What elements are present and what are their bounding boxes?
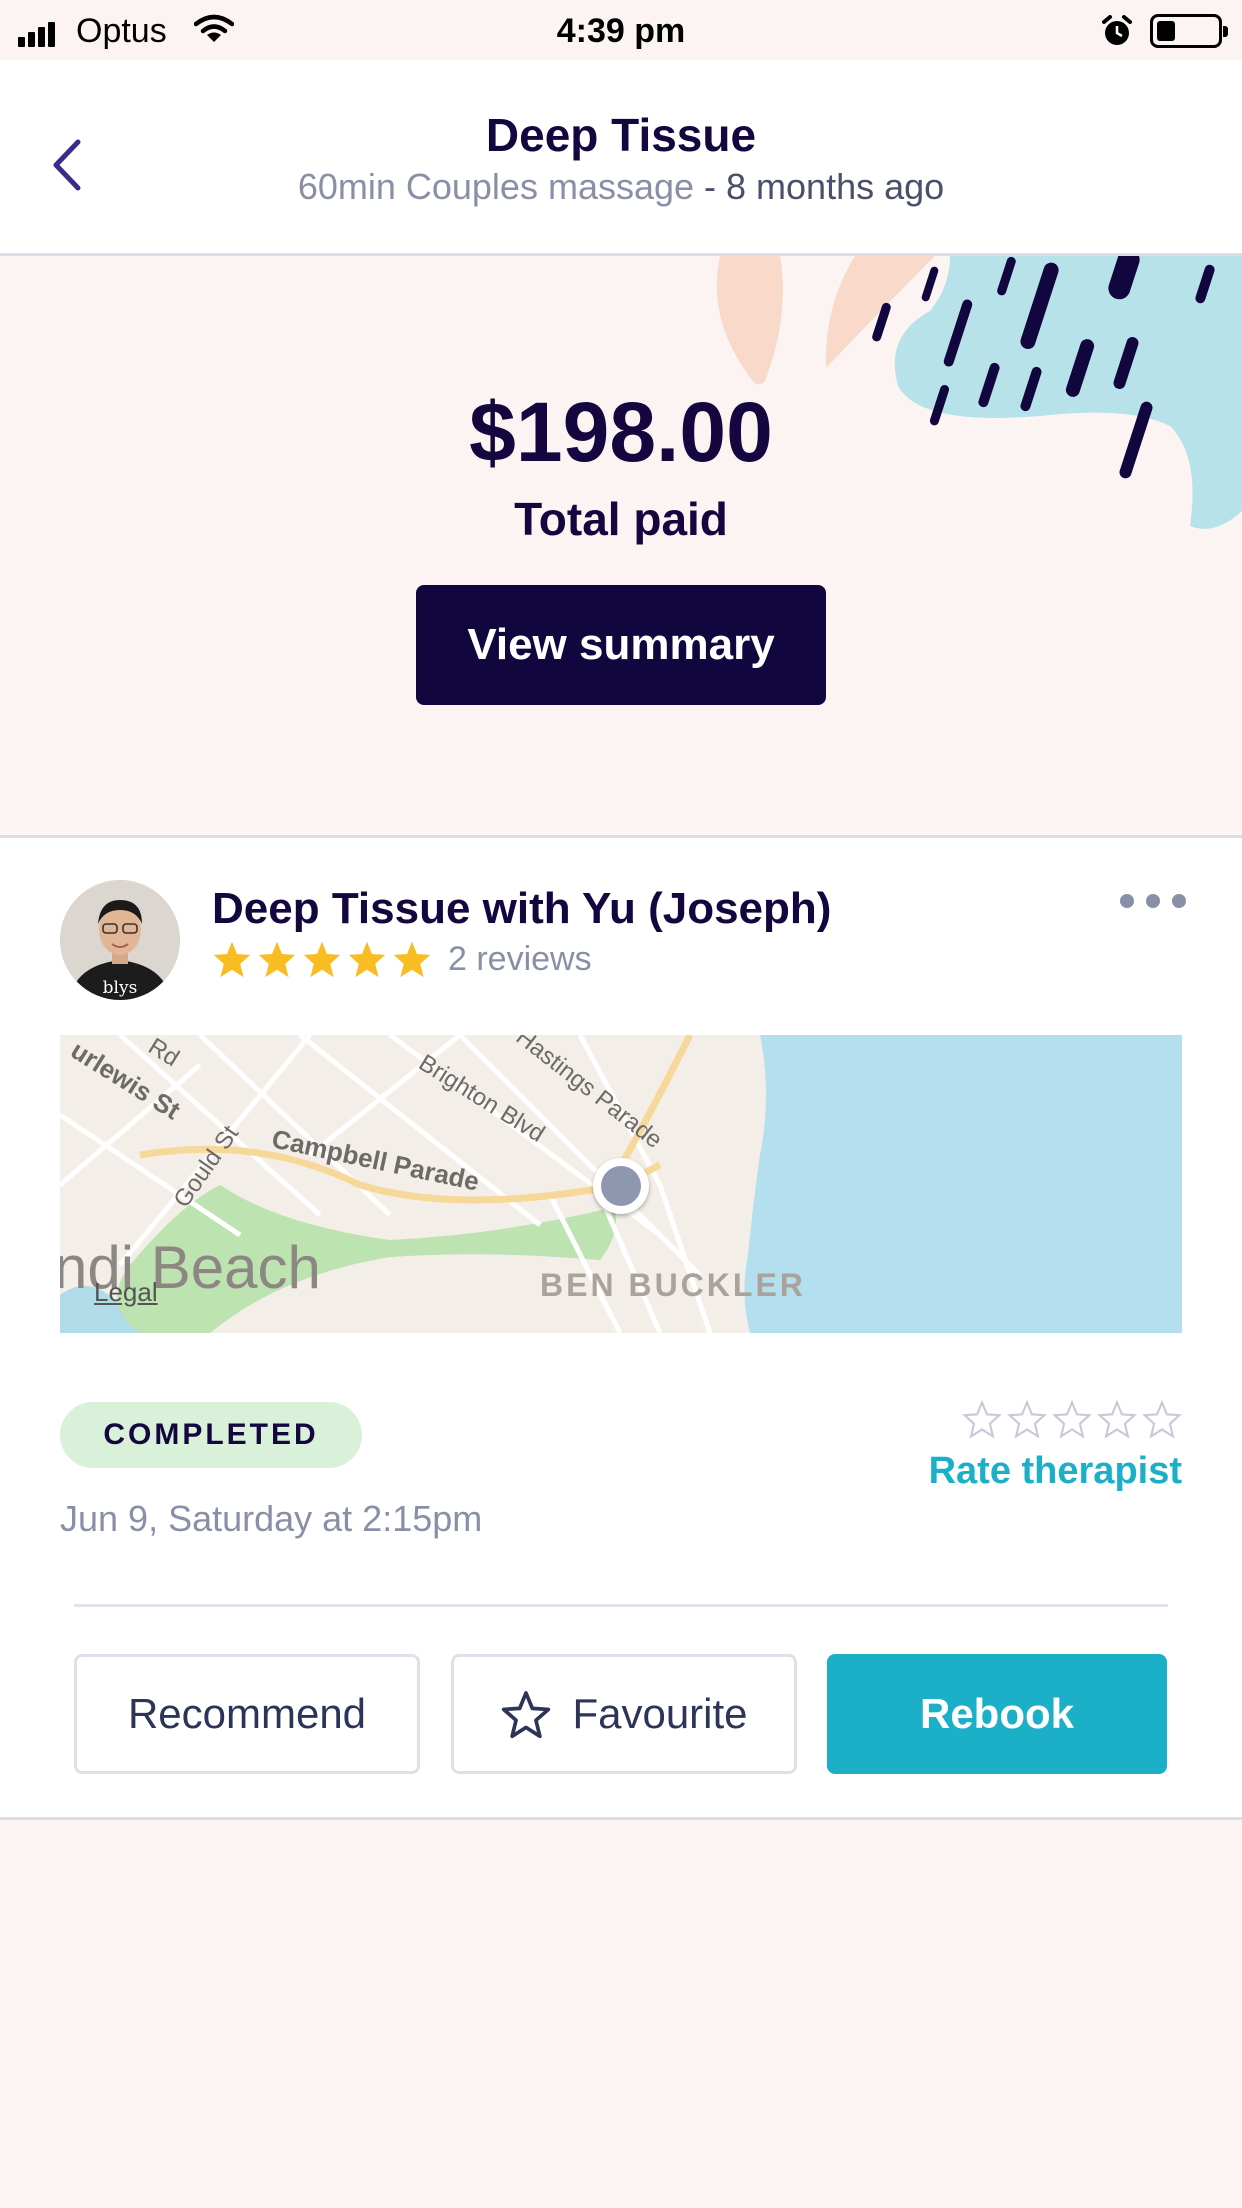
favourite-button[interactable]: Favourite	[451, 1654, 797, 1774]
recommend-button[interactable]: Recommend	[74, 1654, 420, 1774]
location-map[interactable]: urlewis St Rd Gould St Campbell Parade B…	[60, 1035, 1182, 1333]
therapist-avatar[interactable]: blys	[60, 880, 180, 1000]
dot-icon	[1146, 894, 1160, 908]
star-filled-icon	[348, 941, 386, 978]
total-amount: $198.00	[469, 385, 773, 479]
star-outline-icon[interactable]	[1052, 1400, 1092, 1438]
nav-header: Deep Tissue 60min Couples massage - 8 mo…	[0, 60, 1242, 256]
payment-summary: $198.00 Total paid View summary	[0, 256, 1242, 838]
star-outline-icon[interactable]	[962, 1400, 1002, 1438]
therapist-rating	[212, 940, 432, 978]
page-title: Deep Tissue	[485, 109, 757, 161]
recommend-label: Recommend	[127, 1690, 367, 1737]
service-description: 60min Couples massage	[297, 166, 695, 207]
rate-therapist-link[interactable]: Rate therapist	[929, 1450, 1182, 1493]
more-options-button[interactable]	[1120, 886, 1186, 916]
booking-card: blys Deep Tissue with Yu (Joseph) 2 revi…	[0, 838, 1242, 1820]
dot-icon	[1120, 894, 1134, 908]
star-filled-icon	[213, 941, 251, 978]
status-bar: Optus 4:39 pm	[0, 0, 1242, 60]
star-outline-icon[interactable]	[1142, 1400, 1182, 1438]
rate-therapist-stars[interactable]	[962, 1400, 1182, 1438]
map-legal-link[interactable]: Legal	[94, 1277, 158, 1308]
reviews-count[interactable]: 2 reviews	[448, 940, 592, 979]
dot-icon	[1172, 894, 1186, 908]
star-outline-icon[interactable]	[1007, 1400, 1047, 1438]
favourite-label: Favourite	[572, 1690, 748, 1737]
star-outline-icon	[502, 1691, 551, 1739]
decorative-pattern	[716, 256, 1242, 529]
view-summary-button[interactable]: View summary	[416, 585, 826, 705]
star-outline-icon[interactable]	[1097, 1400, 1137, 1438]
divider	[74, 1604, 1168, 1607]
total-paid-label: Total paid	[514, 493, 728, 545]
map-suburb-label: BEN BUCKLER	[540, 1267, 806, 1303]
page-subtitle: 60min Couples massage - 8 months ago	[0, 166, 1242, 208]
star-filled-icon	[258, 941, 296, 978]
location-pin-icon	[593, 1158, 649, 1214]
clock: 4:39 pm	[556, 12, 686, 50]
therapist-title[interactable]: Deep Tissue with Yu (Joseph)	[212, 884, 831, 934]
rebook-button[interactable]: Rebook	[827, 1654, 1167, 1774]
booking-datetime: Jun 9, Saturday at 2:15pm	[60, 1498, 483, 1539]
alarm-icon	[1100, 14, 1134, 53]
svg-text:blys: blys	[103, 978, 138, 998]
battery-icon	[1150, 14, 1228, 48]
status-badge: COMPLETED	[60, 1402, 362, 1468]
booking-age: - 8 months ago	[694, 166, 945, 207]
star-filled-icon	[393, 941, 431, 978]
star-filled-icon	[303, 941, 341, 978]
